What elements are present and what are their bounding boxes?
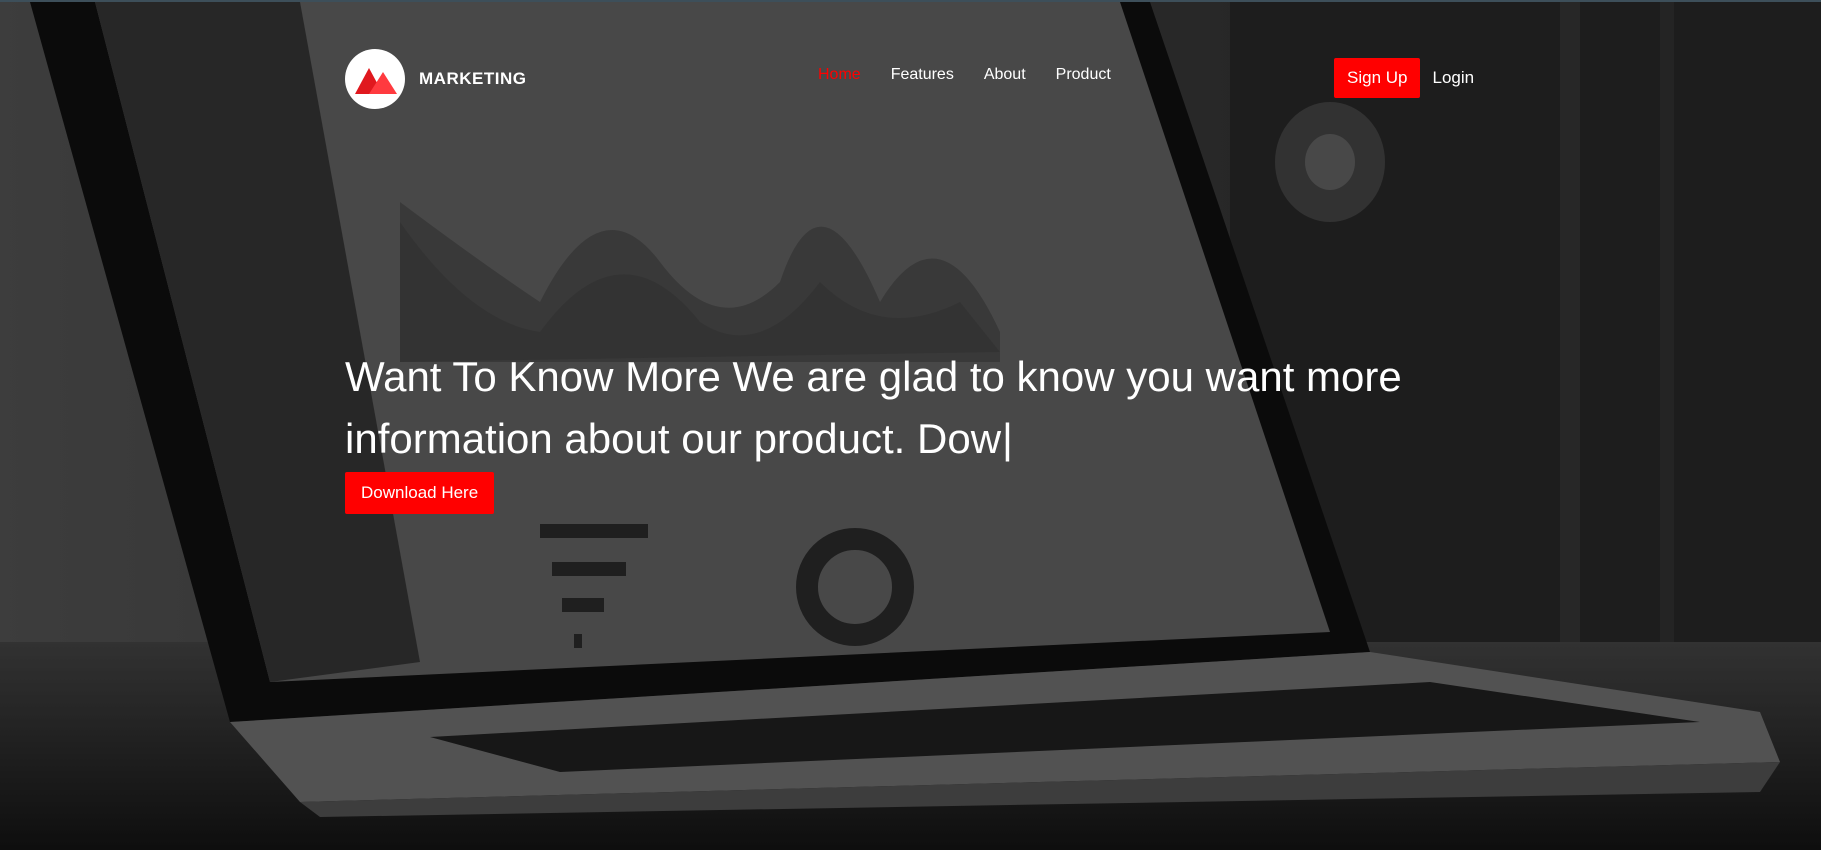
mountain-icon [355, 68, 397, 94]
login-link[interactable]: Login [1432, 68, 1474, 88]
signup-button[interactable]: Sign Up [1334, 58, 1421, 98]
hero-headline-text: Want To Know More We are glad to know yo… [345, 353, 1402, 462]
brand[interactable]: MARKETING [345, 49, 526, 109]
brand-name: MARKETING [419, 69, 527, 88]
nav-item-product[interactable]: Product [1056, 66, 1111, 84]
nav-item-features[interactable]: Features [891, 66, 954, 84]
main-nav: Home Features About Product [818, 66, 1141, 84]
download-button[interactable]: Download Here [345, 472, 495, 514]
nav-item-home[interactable]: Home [818, 66, 861, 84]
nav-item-about[interactable]: About [984, 66, 1026, 84]
hero-headline: Want To Know More We are glad to know yo… [345, 346, 1495, 470]
auth-actions: Sign Up Login [1334, 58, 1474, 98]
typing-caret: | [1002, 415, 1013, 462]
hero-section: MARKETING Home Features About Product Si… [0, 0, 1821, 850]
mountain-logo-icon [345, 49, 405, 109]
